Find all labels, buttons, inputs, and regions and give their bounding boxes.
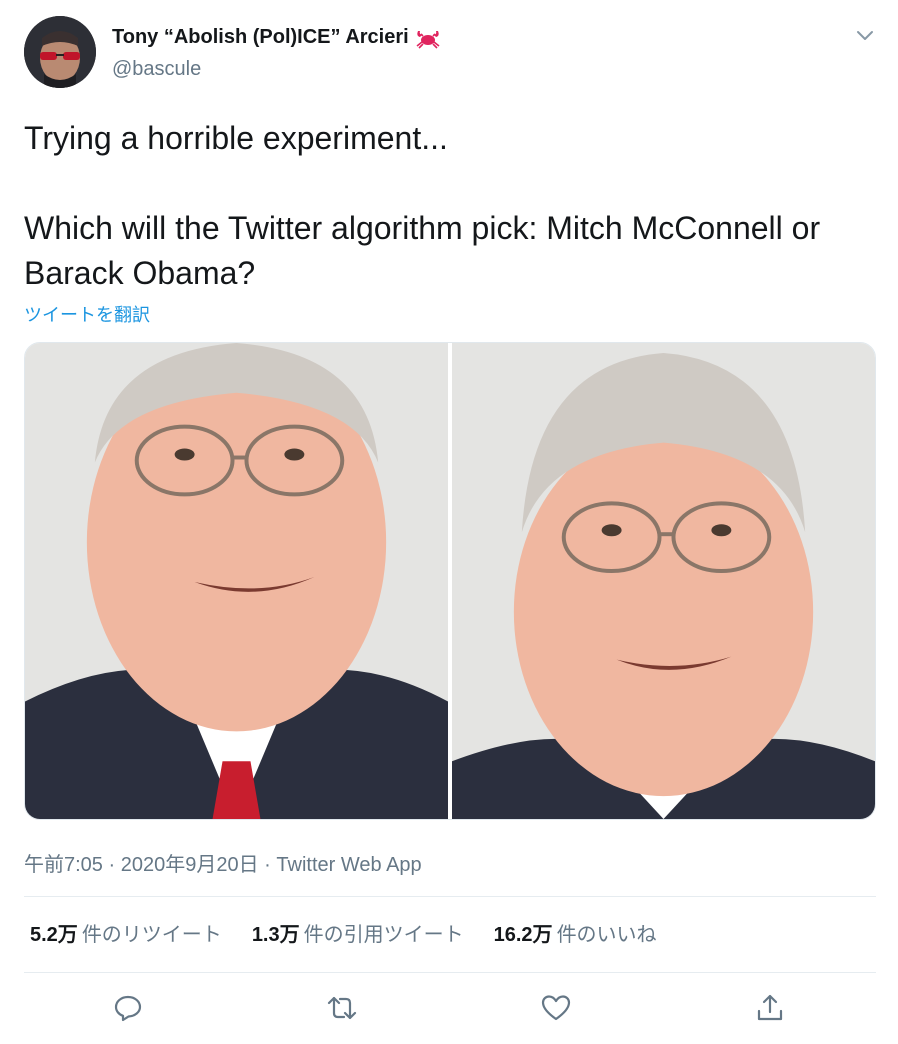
tweet-photo-left[interactable] — [25, 343, 448, 819]
tweet-text-line: Which will the Twitter algorithm pick: M… — [24, 210, 821, 291]
reply-icon[interactable] — [108, 988, 148, 1028]
quote-tweet-count-value: 1.3万 — [251, 924, 300, 946]
author-handle[interactable]: @bascule — [112, 58, 201, 81]
tweet-text-line: Trying a horrible experiment... — [24, 120, 448, 156]
avatar[interactable] — [24, 16, 96, 88]
share-icon[interactable] — [750, 988, 790, 1028]
tweet-media — [24, 342, 876, 820]
tweet-stats: 5.2万 件のリツイート 1.3万 件の引用ツイート 16.2万 件のいいね — [30, 918, 657, 947]
like-count-label: 件のいいね — [556, 924, 657, 946]
crab-icon — [415, 27, 441, 49]
like-count-value: 16.2万 — [493, 924, 553, 946]
tweet-time[interactable]: 午前7:05 — [24, 854, 103, 876]
like-icon[interactable] — [536, 988, 576, 1028]
like-count[interactable]: 16.2万 件のいいね — [494, 918, 657, 947]
tweet-date[interactable]: 2020年9月20日 — [121, 854, 259, 876]
meta-separator: · — [108, 854, 116, 876]
tweet-source[interactable]: Twitter Web App — [276, 854, 421, 876]
translate-link[interactable]: ツイートを翻訳 — [24, 301, 150, 327]
tweet-header: Tony “Abolish (Pol)ICE” Arcieri @bascule — [24, 16, 876, 90]
retweet-count-value: 5.2万 — [30, 924, 78, 946]
retweet-icon[interactable] — [322, 988, 362, 1028]
chevron-down-icon[interactable] — [854, 24, 876, 46]
retweet-count-label: 件のリツイート — [81, 924, 222, 946]
retweet-count[interactable]: 5.2万 件のリツイート — [30, 918, 222, 947]
author-display-name[interactable]: Tony “Abolish (Pol)ICE” Arcieri — [112, 26, 409, 49]
quote-tweet-count-label: 件の引用ツイート — [303, 924, 464, 946]
tweet-meta: 午前7:05 · 2020年9月20日 · Twitter Web App — [24, 848, 422, 877]
tweet-photo-right[interactable] — [452, 343, 875, 819]
tweet-text: Trying a horrible experiment... Which wi… — [24, 116, 876, 296]
divider — [24, 896, 876, 897]
author-name[interactable]: Tony “Abolish (Pol)ICE” Arcieri — [112, 26, 441, 49]
divider — [24, 972, 876, 973]
meta-separator: · — [264, 854, 271, 876]
quote-tweet-count[interactable]: 1.3万 件の引用ツイート — [252, 918, 464, 947]
tweet-actions — [24, 988, 876, 1032]
